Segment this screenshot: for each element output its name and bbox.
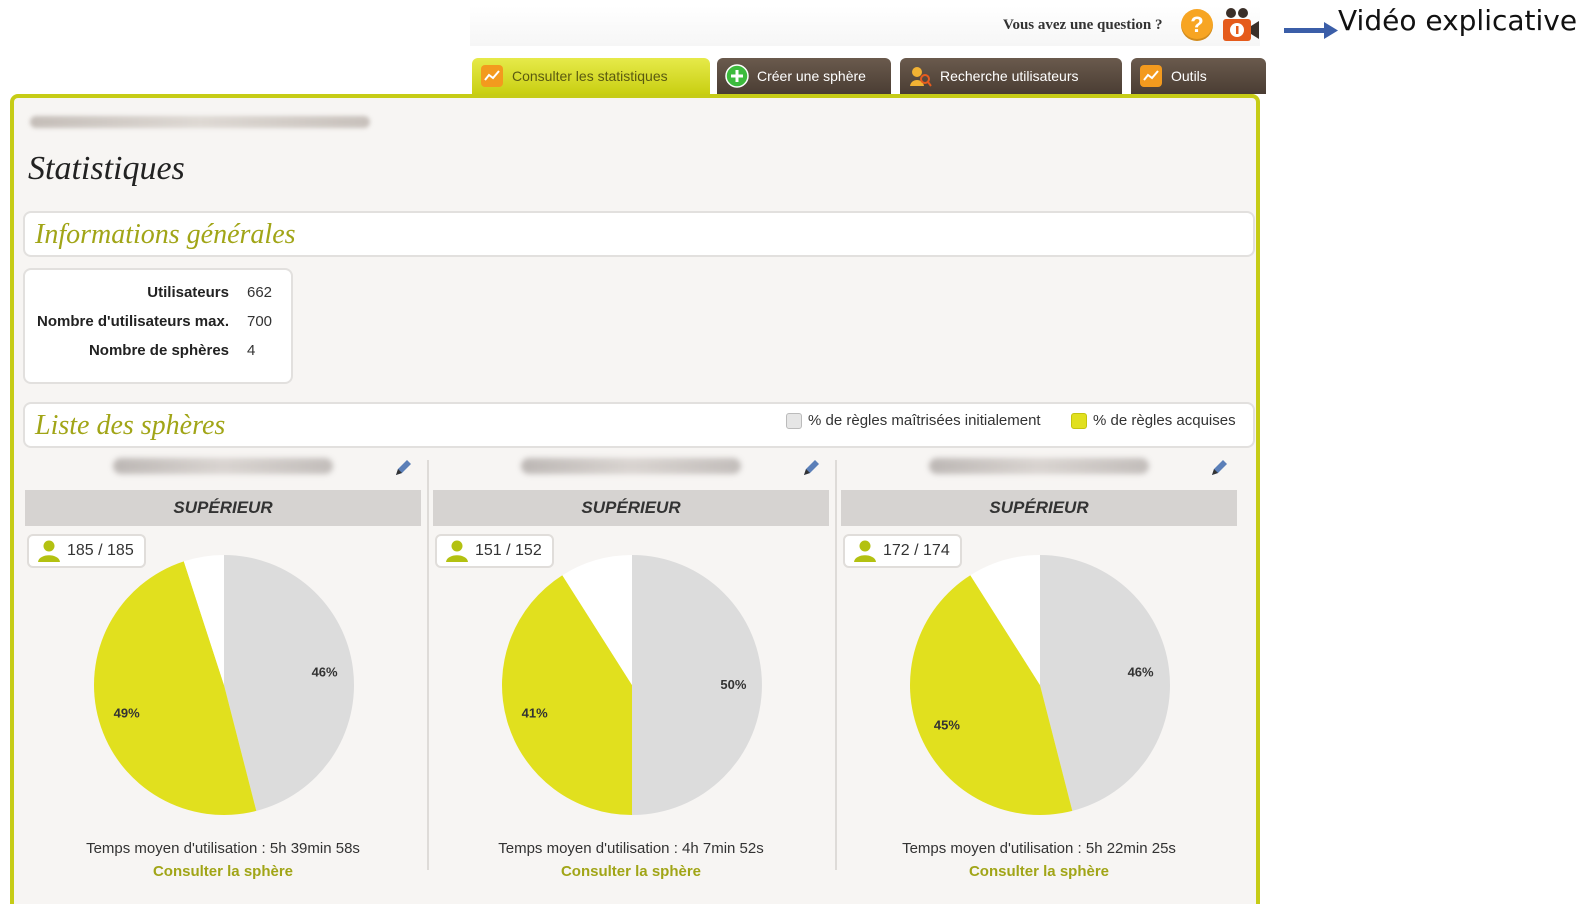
legend-acquired: % de règles acquises — [1071, 412, 1236, 429]
average-usage-time: Temps moyen d'utilisation : 5h 39min 58s — [86, 840, 360, 857]
arrow-right-icon — [1284, 22, 1338, 39]
sphere-card: SUPÉRIEUR 185 / 185 46% 49% Temps moyen d… — [25, 450, 429, 890]
sphere-name — [929, 458, 1149, 474]
consult-sphere-link[interactable]: Consulter la sphère — [433, 863, 829, 880]
sphere-name — [521, 458, 741, 474]
info-value: 4 — [247, 342, 256, 359]
tab-label: Créer une sphère — [757, 68, 866, 84]
average-usage-time: Temps moyen d'utilisation : 5h 22min 25s — [902, 840, 1176, 857]
page-title: Statistiques — [28, 150, 185, 187]
tab-label: Outils — [1171, 68, 1207, 84]
info-row-spheres: Nombre de sphères 4 — [25, 342, 279, 364]
pencil-icon[interactable] — [1209, 458, 1229, 478]
tab-user-search[interactable]: Recherche utilisateurs — [900, 58, 1122, 94]
sphere-pie-chart: 46% 49% — [94, 555, 354, 815]
sphere-level: SUPÉRIEUR — [841, 490, 1237, 526]
pie-percentage-label: 45% — [934, 717, 960, 732]
legend-label: % de règles acquises — [1093, 412, 1236, 429]
info-value: 662 — [247, 284, 273, 301]
consult-sphere-link[interactable]: Consulter la sphère — [841, 863, 1237, 880]
general-info-box: Utilisateurs 662 Nombre d'utilisateurs m… — [23, 268, 293, 384]
legend-initial: % de règles maîtrisées initialement — [786, 412, 1041, 429]
average-usage-time: Temps moyen d'utilisation : 4h 7min 52s — [498, 840, 764, 857]
pie-percentage-label: 50% — [720, 677, 746, 692]
info-value: 700 — [247, 313, 273, 330]
info-label: Utilisateurs — [147, 284, 229, 301]
video-explanation-label[interactable]: Vidéo explicative — [1338, 4, 1577, 37]
sphere-level: SUPÉRIEUR — [25, 490, 421, 526]
camera-icon[interactable] — [1221, 6, 1261, 42]
pencil-icon[interactable] — [801, 458, 821, 478]
user-icon — [446, 540, 468, 562]
pie-percentage-label: 41% — [522, 705, 548, 720]
question-icon[interactable]: ? — [1181, 9, 1213, 41]
info-row-users: Utilisateurs 662 — [25, 284, 279, 306]
info-row-max-users: Nombre d'utilisateurs max. 700 — [25, 313, 279, 335]
general-info-header: Informations générales — [23, 211, 1255, 257]
column-divider — [835, 460, 837, 870]
pie-percentage-label: 46% — [1128, 664, 1154, 679]
pie-percentage-label: 49% — [114, 705, 140, 720]
sphere-pie-chart: 50% 41% — [502, 555, 762, 815]
sphere-level: SUPÉRIEUR — [433, 490, 829, 526]
pencil-icon[interactable] — [393, 458, 413, 478]
tab-label: Consulter les statistiques — [512, 68, 668, 84]
breadcrumb[interactable] — [30, 116, 370, 128]
question-text: Vous avez une question ? — [1003, 17, 1163, 33]
legend-swatch-yellow — [1071, 412, 1087, 429]
chart-icon — [1140, 65, 1162, 87]
user-icon — [854, 540, 876, 562]
sphere-pie-chart: 46% 45% — [910, 555, 1170, 815]
user-search-icon — [910, 67, 932, 87]
tab-create-sphere[interactable]: Créer une sphère — [717, 58, 891, 94]
pie-percentage-label: 46% — [312, 664, 338, 679]
column-divider — [427, 460, 429, 870]
spheres-list-title: Liste des sphères — [35, 410, 226, 441]
tab-statistics[interactable]: Consulter les statistiques — [472, 58, 710, 94]
legend-label: % de règles maîtrisées initialement — [808, 412, 1041, 429]
chart-icon — [481, 65, 503, 87]
sphere-card: SUPÉRIEUR 151 / 152 50% 41% Temps moyen d… — [433, 450, 837, 890]
general-info-title: Informations générales — [35, 219, 296, 250]
tab-tools[interactable]: Outils — [1131, 58, 1266, 94]
tab-label: Recherche utilisateurs — [940, 68, 1079, 84]
legend-swatch-grey — [786, 412, 802, 429]
sphere-card: SUPÉRIEUR 172 / 174 46% 45% Temps moyen d… — [841, 450, 1239, 890]
info-label: Nombre de sphères — [88, 342, 229, 359]
sphere-name — [113, 458, 333, 474]
info-label: Nombre d'utilisateurs max. — [37, 313, 229, 330]
consult-sphere-link[interactable]: Consulter la sphère — [25, 863, 421, 880]
user-icon — [38, 540, 60, 562]
plus-icon — [725, 64, 749, 88]
